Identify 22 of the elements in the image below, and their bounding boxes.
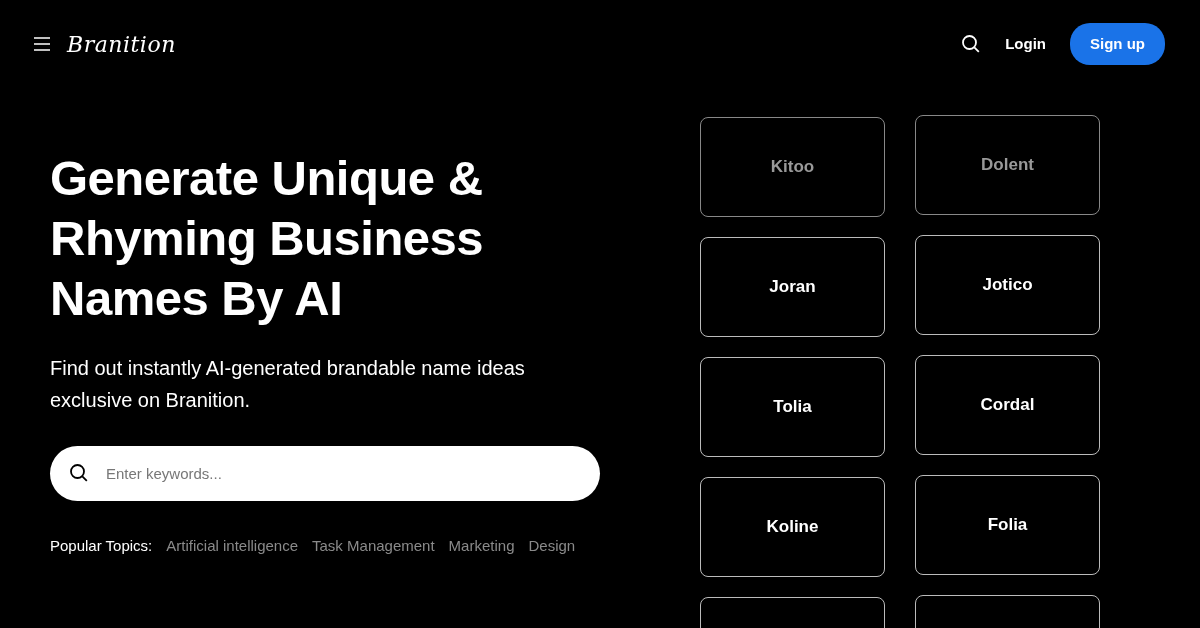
login-link[interactable]: Login [1005, 32, 1046, 56]
topic-link[interactable]: Task Management [312, 535, 435, 558]
name-card[interactable]: Dolent [915, 115, 1100, 215]
topic-link[interactable]: Marketing [448, 535, 515, 558]
name-card[interactable]: Cordal [915, 355, 1100, 455]
search-field[interactable]: Enter keywords... [50, 446, 600, 501]
search-icon [69, 463, 89, 483]
name-card[interactable]: Folia [915, 475, 1100, 575]
search-icon[interactable] [961, 34, 982, 54]
name-card[interactable]: Tolia [700, 357, 885, 457]
name-card[interactable]: Joran [700, 237, 885, 337]
logo[interactable]: Branition [67, 27, 176, 61]
menu-icon[interactable] [33, 37, 51, 51]
hero-subtitle: Find out instantly AI-generated brandable name ideas exclusive on Branition. [50, 356, 526, 413]
signup-button[interactable]: Sign up [1070, 22, 1165, 66]
name-card[interactable]: Jotico [915, 235, 1100, 335]
name-card[interactable]: Kitoo [700, 117, 885, 217]
topic-link[interactable]: Design [528, 535, 576, 558]
hero-title: Generate Unique & Rhyming Business Names By AI [50, 150, 485, 327]
topic-link[interactable]: Artificial intelligence [166, 535, 299, 558]
name-card[interactable]: Koline [700, 477, 885, 577]
topics-label: Popular Topics: [50, 536, 153, 556]
